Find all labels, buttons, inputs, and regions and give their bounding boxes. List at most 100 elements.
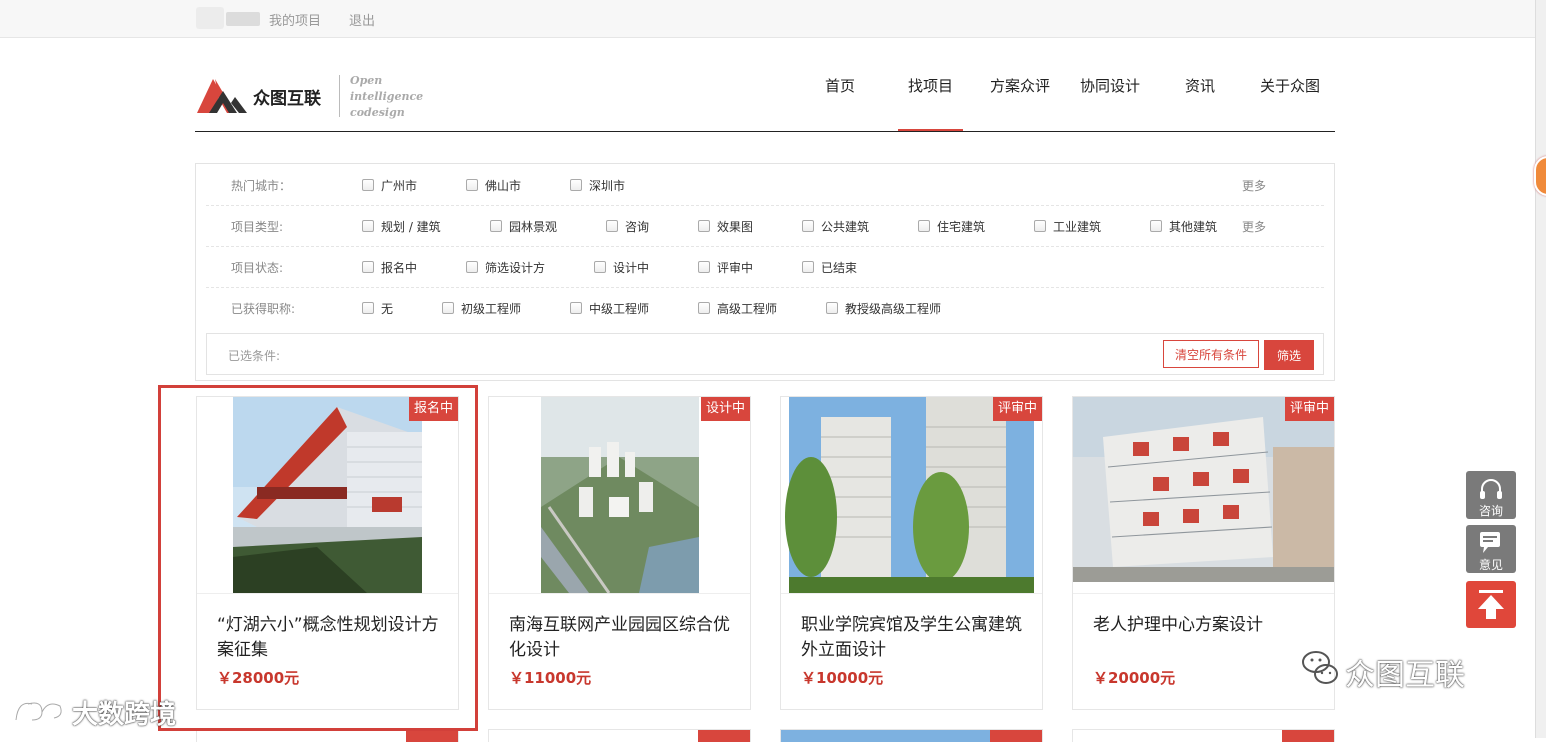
checkbox[interactable]	[606, 220, 618, 232]
project-title[interactable]: 老人护理中心方案设计	[1093, 613, 1315, 638]
filter-label: 项目状态:	[231, 261, 284, 275]
title-option[interactable]: 教授级高级工程师	[826, 300, 941, 317]
type-option[interactable]: 其他建筑	[1150, 218, 1217, 235]
checkbox[interactable]	[802, 261, 814, 273]
checkbox[interactable]	[826, 302, 838, 314]
side-float-bubble[interactable]	[1534, 156, 1546, 196]
arrow-up-icon	[1478, 590, 1504, 619]
status-option[interactable]: 已结束	[802, 259, 857, 276]
wechat-icon	[1302, 651, 1338, 684]
nav-home[interactable]: 首页	[810, 76, 870, 132]
project-image[interactable]	[1073, 397, 1334, 593]
nav-news[interactable]: 资讯	[1170, 76, 1230, 132]
city-option[interactable]: 广州市	[362, 177, 417, 194]
type-option[interactable]: 园林景观	[490, 218, 557, 235]
checkbox[interactable]	[362, 179, 374, 191]
status-option[interactable]: 评审中	[698, 259, 753, 276]
project-card-partial[interactable]	[780, 729, 1043, 742]
status-badge: 评审中	[992, 397, 1042, 421]
nav-find-projects[interactable]: 找项目	[898, 76, 963, 132]
status-option[interactable]: 筛选设计方	[466, 259, 545, 276]
checkbox[interactable]	[466, 179, 478, 191]
checkbox[interactable]	[570, 302, 582, 314]
checkbox[interactable]	[802, 220, 814, 232]
logout-link[interactable]: 退出	[349, 10, 375, 29]
project-card[interactable]: 设计中 南海互联网产业园园区综合优化设计 ￥11000元	[488, 396, 751, 710]
project-card-partial[interactable]	[488, 729, 751, 742]
back-to-top-button[interactable]	[1466, 581, 1516, 628]
logo-tagline: Open intelligence codesign	[350, 74, 424, 119]
feedback-button[interactable]: 意见	[1466, 525, 1516, 573]
checkbox[interactable]	[698, 261, 710, 273]
checkbox[interactable]	[1150, 220, 1162, 232]
my-projects-link[interactable]: 我的项目	[269, 10, 321, 29]
type-option[interactable]: 工业建筑	[1034, 218, 1101, 235]
project-title[interactable]: 职业学院宾馆及学生公寓建筑外立面设计	[801, 613, 1023, 663]
checkbox[interactable]	[698, 302, 710, 314]
watermark-right: 众图互联	[1345, 658, 1465, 693]
type-option[interactable]: 效果图	[698, 218, 753, 235]
filter-button[interactable]: 筛选	[1264, 340, 1314, 370]
watermark-logo-icon	[14, 701, 63, 722]
title-option[interactable]: 高级工程师	[698, 300, 777, 317]
clear-all-button[interactable]: 清空所有条件	[1163, 340, 1259, 368]
park-aerial-image-icon	[489, 397, 750, 593]
checkbox[interactable]	[918, 220, 930, 232]
filter-row-city: 热门城市： 广州市 佛山市 深圳市 更多	[206, 164, 1324, 206]
city-more-link[interactable]: 更多	[1242, 177, 1266, 194]
title-option[interactable]: 无	[362, 300, 393, 317]
status-option[interactable]: 报名中	[362, 259, 417, 276]
project-price: ￥10000元	[801, 669, 884, 687]
user-avatar[interactable]	[196, 7, 224, 29]
nav-scheme-review[interactable]: 方案众评	[985, 76, 1055, 132]
selected-label: 已选条件:	[228, 349, 281, 363]
checkbox[interactable]	[1034, 220, 1046, 232]
logo-divider	[339, 75, 340, 117]
checkbox[interactable]	[490, 220, 502, 232]
type-option[interactable]: 住宅建筑	[918, 218, 985, 235]
nav-divider	[195, 131, 1335, 132]
project-image[interactable]	[781, 397, 1042, 593]
headset-icon	[1480, 479, 1502, 499]
title-option[interactable]: 中级工程师	[570, 300, 649, 317]
title-option[interactable]: 初级工程师	[442, 300, 521, 317]
nav-collab-design[interactable]: 协同设计	[1075, 76, 1145, 132]
project-card[interactable]: 评审中 职业学院宾馆及学生公寓建筑外立面设计 ￥10000元	[780, 396, 1043, 710]
type-option[interactable]: 规划 / 建筑	[362, 218, 441, 235]
checkbox[interactable]	[442, 302, 454, 314]
selection-highlight	[158, 385, 478, 731]
watermark-left: 大数跨境	[72, 700, 177, 730]
filter-row-title: 已获得职称: 无 初级工程师 中级工程师 高级工程师 教授级高级工程师	[206, 287, 1324, 328]
site-logo[interactable]: 众图互联 Open intelligence codesign	[195, 73, 435, 119]
filter-row-status: 项目状态: 报名中 筛选设计方 设计中 评审中 已结束	[206, 246, 1324, 288]
project-image[interactable]	[489, 397, 750, 593]
filter-label: 已获得职称:	[231, 302, 296, 316]
chat-icon	[1480, 532, 1500, 553]
project-card-partial[interactable]	[1072, 729, 1335, 742]
logo-mark-icon	[197, 79, 247, 113]
type-option[interactable]: 咨询	[606, 218, 649, 235]
project-card[interactable]: 评审中 老人护理中心方案设计 ￥20000元	[1072, 396, 1335, 710]
type-more-link[interactable]: 更多	[1242, 218, 1266, 235]
city-option[interactable]: 深圳市	[570, 177, 625, 194]
nav-about[interactable]: 关于众图	[1255, 76, 1325, 132]
apartment-towers-image-icon	[781, 397, 1042, 593]
checkbox[interactable]	[698, 220, 710, 232]
consult-button[interactable]: 咨询	[1466, 471, 1516, 519]
consult-label: 咨询	[1478, 504, 1503, 518]
filter-label: 热门城市：	[231, 179, 292, 193]
city-option[interactable]: 佛山市	[466, 177, 521, 194]
status-option[interactable]: 设计中	[594, 259, 649, 276]
checkbox[interactable]	[570, 179, 582, 191]
checkbox[interactable]	[594, 261, 606, 273]
checkbox[interactable]	[362, 220, 374, 232]
selected-conditions: 已选条件: 清空所有条件 筛选	[206, 333, 1324, 375]
brand-name: 众图互联	[253, 89, 321, 109]
checkbox[interactable]	[362, 261, 374, 273]
checkbox[interactable]	[362, 302, 374, 314]
checkbox[interactable]	[466, 261, 478, 273]
nursing-center-image-icon	[1073, 397, 1334, 593]
project-title[interactable]: 南海互联网产业园园区综合优化设计	[509, 613, 731, 663]
page-scrollbar[interactable]	[1535, 0, 1546, 738]
type-option[interactable]: 公共建筑	[802, 218, 869, 235]
